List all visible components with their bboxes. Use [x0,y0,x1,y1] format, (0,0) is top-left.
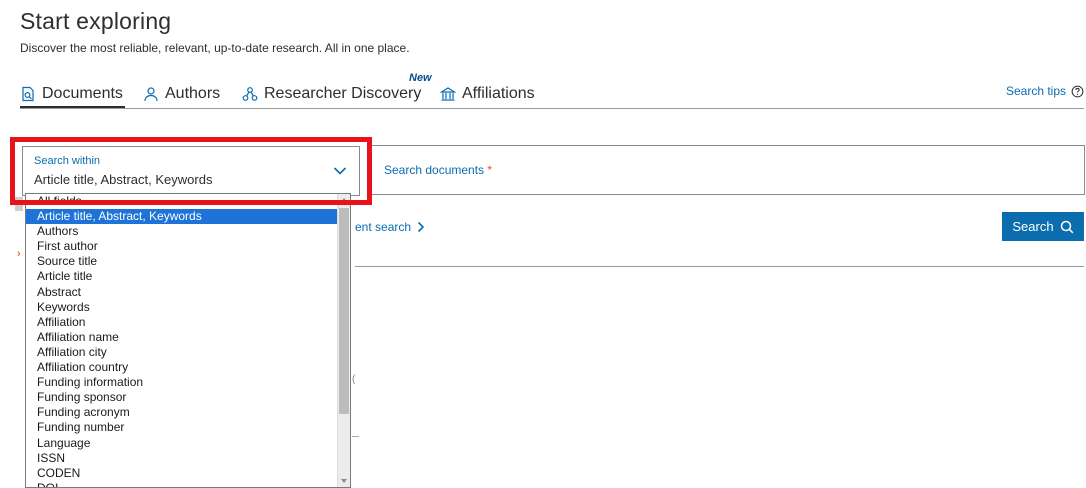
partial-line-fragment [352,436,359,437]
search-within-option[interactable]: Affiliation [26,315,350,330]
search-icon [1060,220,1073,233]
scroll-down-arrow-icon[interactable] [341,479,347,483]
chevron-right-icon [417,221,425,233]
search-documents-placeholder: Search documents * [384,163,493,177]
search-within-option[interactable]: Authors [26,224,350,239]
search-within-option[interactable]: Source title [26,254,350,269]
network-icon [242,87,258,101]
search-within-option[interactable]: First author [26,239,350,254]
tab-authors-label: Authors [165,85,221,102]
scroll-thumb[interactable] [339,208,349,414]
help-circle-icon [1071,85,1084,97]
search-within-option[interactable]: Language [26,436,350,451]
section-divider [355,266,1084,267]
page-subtitle: Discover the most reliable, relevant, up… [20,41,410,55]
search-within-option[interactable]: DOI [26,481,350,487]
search-tips-link[interactable]: Search tips [1006,84,1084,98]
listbox-scrollbar[interactable] [337,194,350,487]
page-title: Start exploring [20,8,172,34]
chevron-down-icon [333,167,347,175]
search-documents-input[interactable]: Search documents * [371,145,1085,195]
partial-element [15,197,23,211]
scroll-up-arrow-icon[interactable] [341,198,347,202]
search-within-option[interactable]: Funding acronym [26,405,350,420]
search-tabs: Documents Authors Researcher Discovery N… [20,72,1084,109]
search-within-option[interactable]: Funding number [26,420,350,435]
search-within-option[interactable]: Funding sponsor [26,390,350,405]
search-within-option[interactable]: Article title, Abstract, Keywords [26,209,350,225]
search-within-option[interactable]: Affiliation name [26,330,350,345]
search-within-option[interactable]: Abstract [26,285,350,300]
tab-documents[interactable]: Documents [20,82,125,108]
search-within-option[interactable]: Funding information [26,375,350,390]
search-within-option[interactable]: CODEN [26,466,350,481]
person-icon [144,87,158,102]
options-container: All fields Article title, Abstract, Keywo… [26,194,350,487]
documents-search-icon [22,86,34,102]
search-tips-label: Search tips [1005,84,1066,98]
search-within-value: Article title, Abstract, Keywords [34,172,213,187]
partial-orange-element: › [17,248,21,260]
search-within-option[interactable]: Affiliation city [26,345,350,360]
search-within-option[interactable]: All fields [26,194,350,209]
tab-researcher-discovery[interactable]: Researcher Discovery [242,82,421,106]
tab-authors[interactable]: Authors [143,82,220,106]
search-button-label: Search [1012,219,1054,234]
advanced-search-label: ent search [355,220,412,234]
search-within-option[interactable]: Keywords [26,300,350,315]
partial-text-fragment: ( [352,374,356,385]
advanced-search-link[interactable]: ent search [355,220,425,234]
required-mark: * [487,163,493,177]
tab-affiliations-label: Affiliations [462,85,535,102]
tab-affiliations[interactable]: Affiliations [440,82,535,106]
search-within-option[interactable]: Article title [26,269,350,284]
search-within-dropdown[interactable]: Search within Article title, Abstract, K… [22,146,360,196]
institution-icon [440,87,456,101]
search-button[interactable]: Search [1002,212,1084,241]
search-within-option[interactable]: ISSN [26,451,350,466]
tab-researcher-discovery-label: Researcher Discovery [264,85,422,102]
search-within-option[interactable]: Affiliation country [26,360,350,375]
new-badge: New [409,72,432,84]
search-within-label: Search within [34,155,101,167]
search-within-options-list[interactable]: All fields Article title, Abstract, Keywo… [25,193,351,488]
tab-documents-label: Documents [42,85,123,102]
